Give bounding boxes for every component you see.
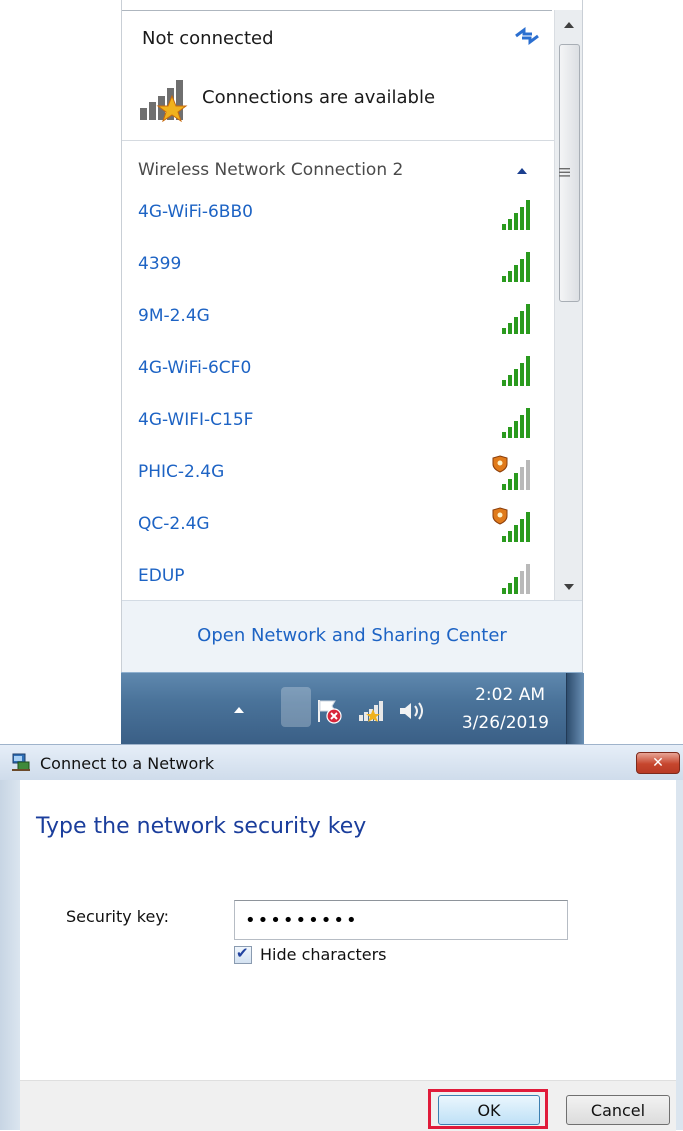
- network-name: EDUP: [138, 566, 185, 586]
- dialog-frame-left: [0, 780, 20, 1130]
- taskbar: 2:02 AM 3/26/2019: [121, 672, 584, 745]
- signal-strength-icon: [502, 252, 530, 282]
- network-item[interactable]: QC-2.4G: [122, 502, 554, 554]
- open-network-center-link[interactable]: Open Network and Sharing Center: [122, 625, 582, 646]
- signal-shield-icon: [492, 455, 530, 490]
- ok-button[interactable]: OK: [438, 1095, 540, 1125]
- tray-highlight: [281, 687, 311, 727]
- dialog-button-bar: OK Cancel: [20, 1080, 676, 1131]
- network-name: 4G-WIFI-C15F: [138, 410, 254, 430]
- grip-icon: [559, 168, 570, 177]
- action-center-flag-icon[interactable]: [315, 697, 343, 725]
- signal-strength-icon: [502, 200, 530, 230]
- chevron-up-icon[interactable]: [515, 164, 529, 178]
- scroll-down-icon[interactable]: [555, 574, 583, 600]
- flyout-footer: Open Network and Sharing Center: [122, 600, 582, 672]
- divider: [122, 140, 554, 141]
- signal-shield-icon: [492, 507, 530, 542]
- signal-warning-icon: [140, 80, 188, 122]
- hide-characters-checkbox[interactable]: ✔: [234, 944, 252, 964]
- signal-strength-icon: [502, 408, 530, 438]
- close-icon: ✕: [652, 755, 664, 771]
- signal-strength-icon: [502, 304, 530, 334]
- cancel-button[interactable]: Cancel: [566, 1095, 670, 1125]
- network-connection-icon: [12, 753, 30, 771]
- signal-strength-icon: [502, 564, 530, 594]
- checkmark-icon: ✔: [236, 944, 249, 962]
- network-icon[interactable]: [357, 699, 385, 723]
- signal-strength-icon: [502, 356, 530, 386]
- show-hidden-icons-arrow[interactable]: [233, 705, 245, 715]
- dialog-frame-right: [676, 780, 683, 1130]
- dialog-titlebar[interactable]: Connect to a Network ✕: [0, 744, 683, 780]
- scrollbar[interactable]: [554, 10, 583, 600]
- network-name: 9M-2.4G: [138, 306, 210, 326]
- network-item[interactable]: EDUP: [122, 554, 554, 606]
- flyout-top-border: [122, 10, 552, 11]
- hide-characters-label[interactable]: Hide characters: [260, 945, 387, 964]
- connect-dialog: Connect to a Network ✕ Type the network …: [0, 744, 683, 1131]
- scroll-up-icon[interactable]: [555, 10, 583, 40]
- network-item[interactable]: 9M-2.4G: [122, 294, 554, 346]
- dialog-heading: Type the network security key: [36, 814, 367, 839]
- show-desktop-button[interactable]: [566, 673, 584, 745]
- security-key-input[interactable]: [234, 900, 568, 940]
- security-key-label: Security key:: [66, 907, 170, 926]
- volume-icon[interactable]: [397, 699, 427, 723]
- availability-text: Connections are available: [202, 87, 436, 108]
- network-item[interactable]: 4G-WiFi-6CF0: [122, 346, 554, 398]
- close-button[interactable]: ✕: [636, 752, 680, 774]
- network-item[interactable]: 4G-WIFI-C15F: [122, 398, 554, 450]
- network-item[interactable]: 4399: [122, 242, 554, 294]
- dialog-title: Connect to a Network: [40, 754, 215, 773]
- dialog-content: Type the network security key Security k…: [20, 780, 676, 1080]
- clock-date[interactable]: 3/26/2019: [445, 713, 549, 733]
- network-item[interactable]: 4G-WiFi-6BB0: [122, 190, 554, 242]
- network-name: 4G-WiFi-6BB0: [138, 202, 253, 222]
- network-item[interactable]: PHIC-2.4G: [122, 450, 554, 502]
- connection-status: Not connected: [142, 28, 274, 49]
- network-name: QC-2.4G: [138, 514, 210, 534]
- network-name: 4399: [138, 254, 182, 274]
- network-flyout: Not connected Connections are available …: [121, 0, 583, 672]
- adapter-header: Wireless Network Connection 2: [138, 160, 404, 180]
- network-name: 4G-WiFi-6CF0: [138, 358, 252, 378]
- refresh-icon[interactable]: [512, 24, 542, 48]
- network-name: PHIC-2.4G: [138, 462, 225, 482]
- clock-time[interactable]: 2:02 AM: [445, 685, 545, 705]
